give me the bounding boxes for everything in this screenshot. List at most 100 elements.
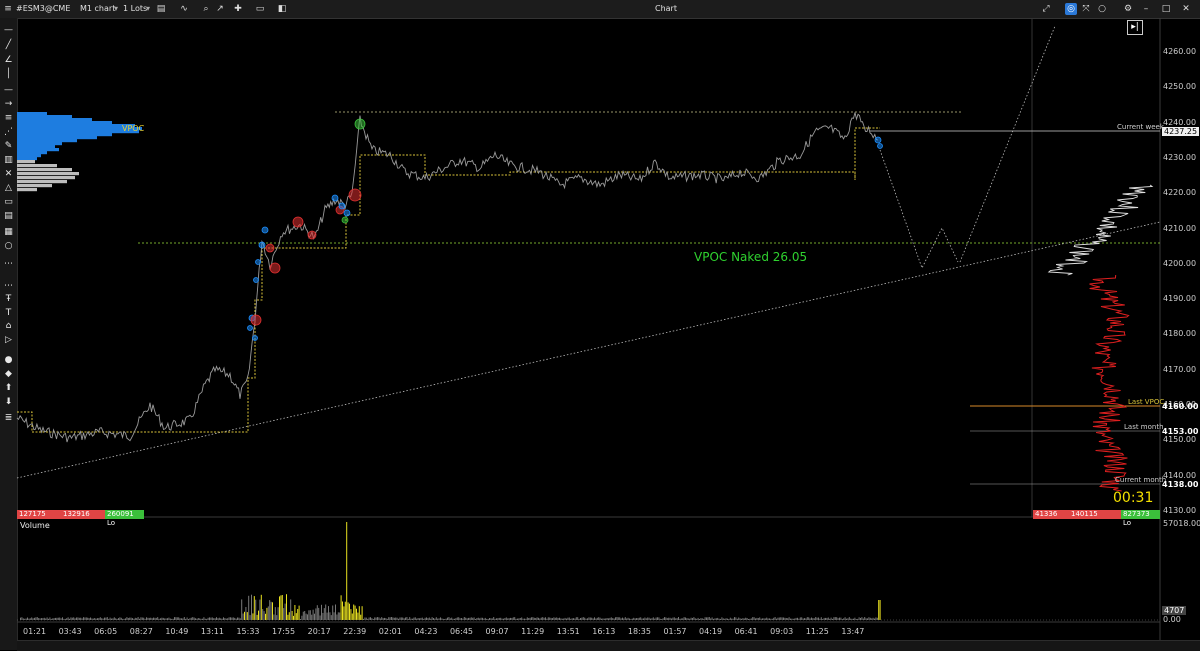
volume-bar bbox=[365, 617, 367, 620]
volume-bar bbox=[528, 618, 530, 620]
volume-bar bbox=[636, 618, 637, 620]
volume-bar bbox=[752, 617, 754, 620]
volume-bar bbox=[468, 617, 469, 620]
volume-bar bbox=[375, 617, 377, 620]
volume-bar bbox=[869, 617, 871, 620]
price-tick-label: 4190.00 bbox=[1163, 294, 1197, 304]
time-tick-label: 10:49 bbox=[165, 627, 189, 636]
volume-bar bbox=[475, 619, 476, 620]
volume-bar bbox=[293, 615, 294, 620]
volume-bar bbox=[39, 618, 41, 620]
volume-bar bbox=[748, 619, 749, 620]
volume-bar bbox=[67, 617, 69, 620]
volume-bar bbox=[280, 595, 282, 620]
volume-bar bbox=[687, 618, 689, 620]
volume-bar bbox=[315, 608, 317, 620]
volume-bar bbox=[784, 617, 786, 620]
volume-bar bbox=[624, 617, 626, 620]
volume-bar bbox=[326, 612, 328, 620]
profile-bar bbox=[17, 112, 47, 116]
volume-bar bbox=[421, 617, 423, 620]
volume-bar bbox=[34, 617, 35, 620]
current-week-label: Current week bbox=[1117, 123, 1164, 131]
order-flow-marker bbox=[343, 209, 351, 217]
volume-bar bbox=[591, 617, 593, 620]
volume-bar bbox=[353, 604, 355, 620]
volume-bar bbox=[181, 618, 182, 620]
time-tick-label: 03:43 bbox=[58, 627, 82, 636]
volume-bar bbox=[42, 618, 44, 620]
volume-bar bbox=[732, 618, 734, 620]
volume-bar bbox=[294, 605, 296, 620]
time-tick-label: 08:27 bbox=[129, 627, 153, 636]
volume-bar bbox=[106, 617, 108, 620]
volume-bar bbox=[619, 617, 621, 620]
volume-bar bbox=[210, 617, 212, 620]
volume-bar bbox=[339, 612, 341, 620]
volume-bar bbox=[27, 617, 28, 620]
volume-bar bbox=[582, 617, 584, 620]
time-tick-label: 09:07 bbox=[485, 627, 509, 636]
volume-bar bbox=[20, 617, 21, 620]
volume-bar bbox=[384, 617, 385, 620]
volume-bar bbox=[853, 618, 854, 620]
horizontal-scrollbar[interactable] bbox=[17, 640, 1200, 651]
volume-bar bbox=[790, 618, 791, 620]
ask-volume: 260091 Lo bbox=[105, 510, 144, 527]
volume-bar bbox=[522, 618, 524, 620]
volume-bar bbox=[665, 617, 667, 620]
volume-bar bbox=[843, 618, 845, 620]
volume-bar bbox=[347, 602, 349, 620]
time-tick-label: 04:19 bbox=[699, 627, 723, 636]
time-tick-label: 15:33 bbox=[236, 627, 260, 636]
volume-bar bbox=[584, 617, 586, 620]
volume-bar bbox=[672, 617, 674, 620]
volume-bar bbox=[741, 618, 742, 620]
volume-bar bbox=[137, 617, 139, 620]
volume-bar bbox=[270, 601, 272, 620]
profile-bar bbox=[17, 157, 37, 161]
volume-bar bbox=[389, 617, 391, 620]
volume-bar bbox=[536, 617, 538, 620]
volume-bar bbox=[521, 617, 523, 620]
volume-bar bbox=[213, 618, 215, 620]
vpoc-naked-label[interactable]: VPOC Naked 26.05 bbox=[694, 250, 807, 264]
volume-bar bbox=[570, 618, 572, 620]
profile-bar bbox=[17, 168, 72, 172]
panel-toggle-button[interactable]: ▸| bbox=[1127, 20, 1143, 35]
volume-bar bbox=[546, 618, 548, 620]
volume-bar bbox=[819, 618, 821, 620]
volume-bar bbox=[255, 599, 257, 620]
volume-bar bbox=[690, 617, 692, 620]
volume-bar bbox=[357, 612, 359, 620]
volume-bar bbox=[542, 617, 544, 620]
volume-bar bbox=[666, 618, 668, 620]
volume-bar bbox=[648, 617, 650, 620]
profile-bar bbox=[17, 148, 59, 152]
volume-bar bbox=[594, 617, 595, 620]
volume-bar bbox=[273, 614, 275, 620]
volume-bar bbox=[834, 617, 836, 620]
volume-bar bbox=[409, 617, 411, 620]
volume-bar bbox=[714, 618, 716, 620]
volume-bar bbox=[279, 596, 280, 620]
volume-bar bbox=[846, 618, 847, 620]
volume-bar bbox=[340, 595, 342, 620]
volume-bar bbox=[396, 617, 398, 620]
volume-bar bbox=[547, 617, 549, 620]
volume-bar bbox=[370, 617, 371, 620]
volume-bar bbox=[721, 617, 723, 620]
volume-bar bbox=[822, 619, 824, 620]
chart-canvas[interactable] bbox=[0, 0, 1200, 650]
volume-bar bbox=[798, 618, 800, 620]
ask-volume-right: 827373 Lo bbox=[1121, 510, 1160, 527]
volume-bar bbox=[504, 618, 506, 620]
volume-bar bbox=[678, 617, 679, 620]
volume-bar bbox=[31, 617, 33, 620]
volume-last-label: 4707 bbox=[1162, 606, 1187, 615]
volume-bar bbox=[654, 618, 656, 620]
volume-bar bbox=[230, 617, 231, 620]
volume-bar bbox=[113, 617, 115, 620]
time-tick-label: 01:21 bbox=[23, 627, 47, 636]
volume-bar bbox=[77, 617, 79, 620]
